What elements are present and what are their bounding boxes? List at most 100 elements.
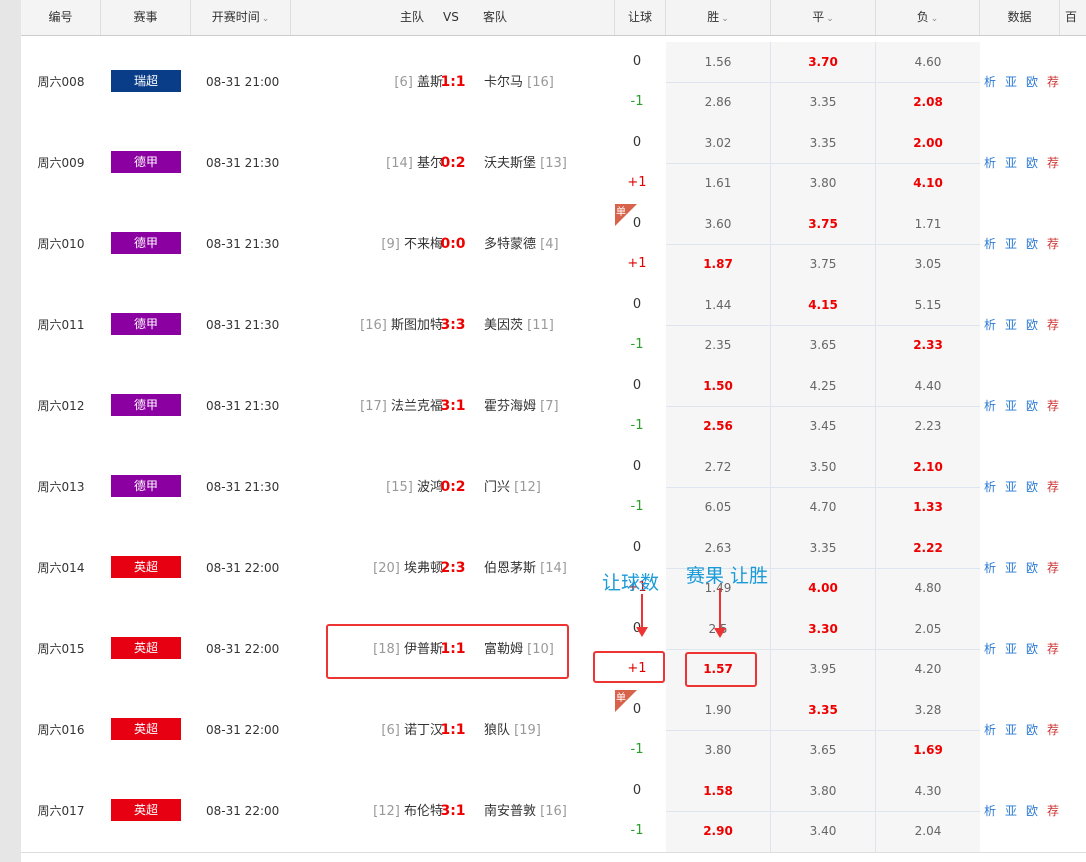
away-team[interactable]: 沃夫斯堡 [13] [484,123,567,204]
odds-win-handicap[interactable]: 3.80 [666,730,770,770]
odds-draw-standard[interactable]: 3.35 [771,690,875,730]
link-asian[interactable]: 亚 [1005,561,1017,575]
away-team[interactable]: 多特蒙德 [4] [484,204,559,285]
odds-win-standard[interactable]: 3.60 [666,204,770,244]
link-asian[interactable]: 亚 [1005,237,1017,251]
away-team[interactable]: 狼队 [19] [484,690,541,771]
away-team[interactable]: 美因茨 [11] [484,285,554,366]
odds-draw-handicap[interactable]: 3.95 [771,649,875,689]
league-badge[interactable]: 瑞超 [111,70,181,92]
odds-draw-handicap[interactable]: 3.65 [771,325,875,365]
odds-draw-handicap[interactable]: 3.65 [771,730,875,770]
link-analysis[interactable]: 析 [984,723,996,737]
odds-draw-standard[interactable]: 3.35 [771,123,875,163]
link-analysis[interactable]: 析 [984,804,996,818]
odds-win-handicap[interactable]: 1.61 [666,163,770,203]
odds-lose-standard[interactable]: 5.15 [876,285,980,325]
link-asian[interactable]: 亚 [1005,75,1017,89]
odds-win-standard[interactable]: 3.02 [666,123,770,163]
odds-lose-handicap[interactable]: 4.10 [876,163,980,203]
header-lose-sort[interactable]: 负 ⌄ [876,0,980,35]
link-recommend[interactable]: 荐 [1047,642,1059,656]
league-badge[interactable]: 英超 [111,799,181,821]
odds-lose-handicap[interactable]: 2.04 [876,811,980,851]
link-recommend[interactable]: 荐 [1047,804,1059,818]
link-analysis[interactable]: 析 [984,318,996,332]
link-recommend[interactable]: 荐 [1047,723,1059,737]
link-euro[interactable]: 欧 [1026,399,1038,413]
odds-win-handicap[interactable]: 2.86 [666,82,770,122]
odds-lose-standard[interactable]: 2.10 [876,447,980,487]
link-euro[interactable]: 欧 [1026,156,1038,170]
link-euro[interactable]: 欧 [1026,237,1038,251]
odds-draw-handicap[interactable]: 3.40 [771,811,875,851]
link-asian[interactable]: 亚 [1005,723,1017,737]
odds-lose-standard[interactable]: 4.40 [876,366,980,406]
link-analysis[interactable]: 析 [984,237,996,251]
odds-lose-handicap[interactable]: 2.33 [876,325,980,365]
link-asian[interactable]: 亚 [1005,318,1017,332]
link-analysis[interactable]: 析 [984,480,996,494]
link-asian[interactable]: 亚 [1005,156,1017,170]
odds-draw-handicap[interactable]: 3.35 [771,82,875,122]
link-recommend[interactable]: 荐 [1047,156,1059,170]
odds-lose-standard[interactable]: 2.00 [876,123,980,163]
away-team[interactable]: 霍芬海姆 [7] [484,366,559,447]
league-badge[interactable]: 英超 [111,637,181,659]
link-asian[interactable]: 亚 [1005,642,1017,656]
link-analysis[interactable]: 析 [984,561,996,575]
odds-win-standard[interactable]: 1.90 [666,690,770,730]
odds-draw-standard[interactable]: 3.80 [771,771,875,811]
link-euro[interactable]: 欧 [1026,75,1038,89]
header-draw-sort[interactable]: 平 ⌄ [771,0,876,35]
link-recommend[interactable]: 荐 [1047,480,1059,494]
link-euro[interactable]: 欧 [1026,561,1038,575]
link-recommend[interactable]: 荐 [1047,561,1059,575]
link-euro[interactable]: 欧 [1026,723,1038,737]
odds-win-standard[interactable]: 1.50 [666,366,770,406]
odds-win-standard[interactable]: 2.72 [666,447,770,487]
odds-lose-handicap[interactable]: 4.80 [876,568,980,608]
link-euro[interactable]: 欧 [1026,318,1038,332]
odds-draw-standard[interactable]: 3.70 [771,42,875,82]
odds-win-handicap[interactable]: 6.05 [666,487,770,527]
link-euro[interactable]: 欧 [1026,642,1038,656]
odds-draw-standard[interactable]: 3.35 [771,528,875,568]
odds-draw-standard[interactable]: 3.75 [771,204,875,244]
header-league[interactable]: 赛事 [101,0,191,35]
odds-win-standard[interactable]: 1.58 [666,771,770,811]
odds-win-handicap[interactable]: 1.87 [666,244,770,284]
link-analysis[interactable]: 析 [984,642,996,656]
link-recommend[interactable]: 荐 [1047,318,1059,332]
odds-win-handicap[interactable]: 2.35 [666,325,770,365]
link-analysis[interactable]: 析 [984,75,996,89]
link-recommend[interactable]: 荐 [1047,75,1059,89]
link-asian[interactable]: 亚 [1005,804,1017,818]
odds-draw-handicap[interactable]: 4.70 [771,487,875,527]
league-badge[interactable]: 德甲 [111,151,181,173]
odds-lose-handicap[interactable]: 4.20 [876,649,980,689]
odds-draw-standard[interactable]: 3.30 [771,609,875,649]
odds-draw-handicap[interactable]: 3.75 [771,244,875,284]
odds-win-standard[interactable]: 1.56 [666,42,770,82]
header-time-sort[interactable]: 开赛时间 ⌄ [191,0,291,35]
away-team[interactable]: 伯恩茅斯 [14] [484,528,567,609]
link-analysis[interactable]: 析 [984,156,996,170]
league-badge[interactable]: 德甲 [111,313,181,335]
link-recommend[interactable]: 荐 [1047,399,1059,413]
odds-draw-handicap[interactable]: 3.45 [771,406,875,446]
league-badge[interactable]: 德甲 [111,232,181,254]
away-team[interactable]: 门兴 [12] [484,447,541,528]
league-badge[interactable]: 德甲 [111,394,181,416]
odds-lose-standard[interactable]: 2.05 [876,609,980,649]
link-analysis[interactable]: 析 [984,399,996,413]
odds-draw-handicap[interactable]: 3.80 [771,163,875,203]
away-team[interactable]: 南安普敦 [16] [484,771,567,852]
odds-lose-standard[interactable]: 4.60 [876,42,980,82]
link-recommend[interactable]: 荐 [1047,237,1059,251]
odds-draw-standard[interactable]: 4.25 [771,366,875,406]
link-asian[interactable]: 亚 [1005,480,1017,494]
odds-lose-standard[interactable]: 3.28 [876,690,980,730]
odds-win-standard[interactable]: 1.44 [666,285,770,325]
odds-lose-standard[interactable]: 4.30 [876,771,980,811]
